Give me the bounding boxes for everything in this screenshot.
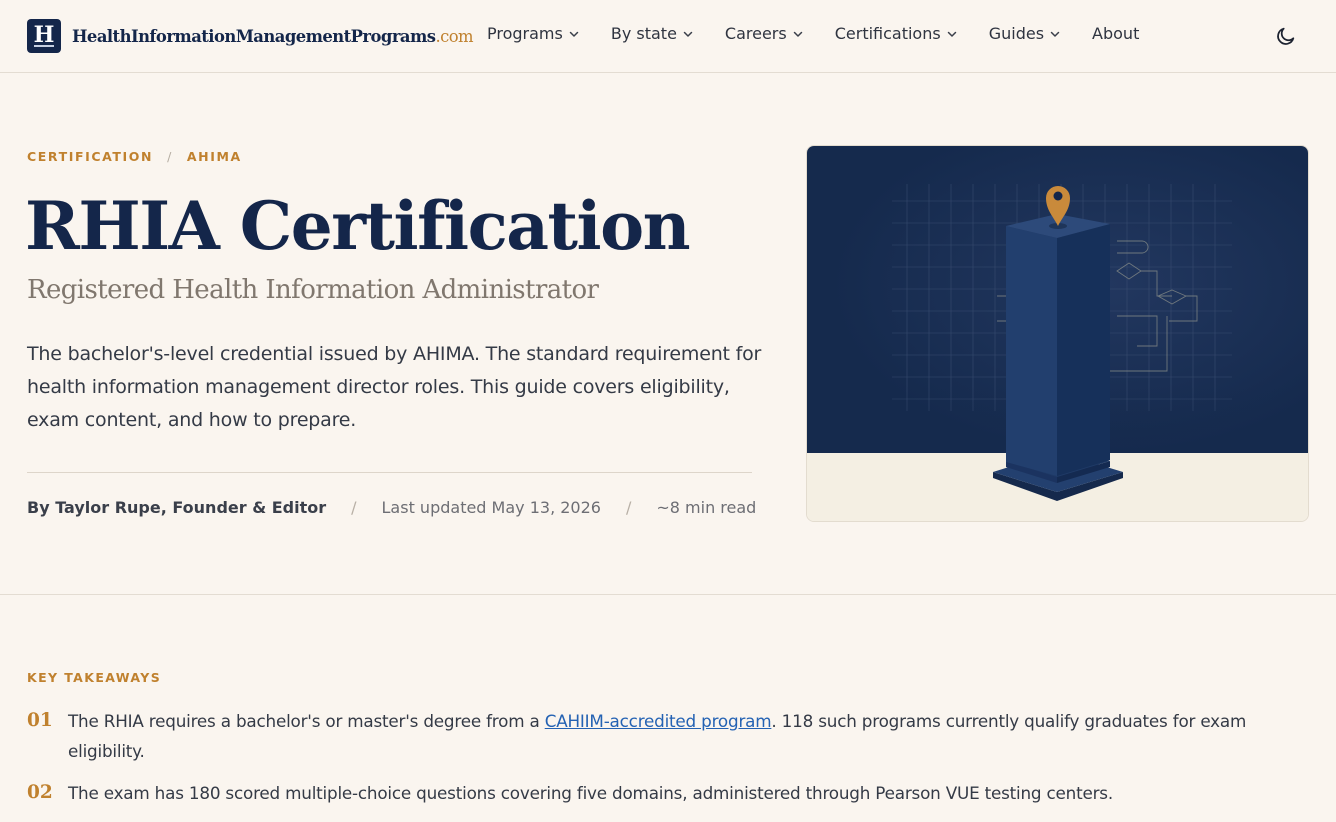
nav-label: Careers [724, 24, 787, 43]
moon-icon[interactable] [1275, 25, 1297, 47]
nav-item-about[interactable]: About [1092, 24, 1139, 43]
takeaway-item: 01 The RHIA requires a bachelor's or mas… [27, 706, 1287, 766]
chevron-down-icon [947, 31, 956, 37]
site-name: HealthInformationManagementPrograms.com [72, 26, 474, 46]
logo-letter: H [33, 21, 55, 48]
breadcrumb: CERTIFICATION / AHIMA [27, 149, 242, 164]
chevron-down-icon [1050, 31, 1060, 37]
nav-label: Certifications [834, 24, 941, 43]
chevron-down-icon [683, 31, 693, 37]
takeaway-text: The RHIA requires a bachelor's or master… [68, 706, 1287, 766]
nav-item-careers[interactable]: Careers [725, 24, 803, 43]
hero-illustration [806, 145, 1309, 522]
section-divider [0, 594, 1336, 595]
chevron-down-icon [569, 31, 579, 37]
site-name-tld: .com [435, 26, 474, 46]
nav-label: Programs [487, 24, 563, 43]
byline-separator: / [625, 498, 632, 517]
logo-mark: H [27, 19, 61, 53]
breadcrumb-separator: / [167, 149, 173, 164]
logo-underline [34, 45, 54, 47]
site-header: H HealthInformationManagementPrograms.co… [0, 0, 1336, 73]
takeaway-number: 02 [27, 782, 53, 803]
cahiim-program-link[interactable]: CAHIIM-accredited program [545, 711, 772, 731]
byline-separator: / [351, 498, 357, 517]
divider [27, 472, 752, 473]
takeaway-text: The exam has 180 scored multiple-choice … [68, 783, 1113, 803]
site-logo-link[interactable]: H HealthInformationManagementPrograms.co… [27, 19, 474, 53]
byline-author: By Taylor Rupe, Founder & Editor [27, 498, 327, 517]
chevron-down-icon [793, 31, 802, 37]
byline: By Taylor Rupe, Founder & Editor / Last … [27, 498, 756, 517]
nav-label: About [1092, 24, 1140, 43]
breadcrumb-certification[interactable]: CERTIFICATION [27, 149, 153, 164]
nav-item-certifications[interactable]: Certifications [835, 24, 957, 43]
key-takeaways-label: KEY TAKEAWAYS [27, 670, 162, 685]
takeaway-item: 02 The exam has 180 scored multiple-choi… [27, 778, 1287, 808]
nav-label: Guides [988, 24, 1045, 43]
page-subtitle: Registered Health Information Administra… [27, 275, 599, 305]
page-title: RHIA Certification [25, 187, 691, 265]
nav-item-by-state[interactable]: By state [611, 24, 693, 43]
nav-item-programs[interactable]: Programs [487, 24, 579, 43]
pillar-map-pin-illustration [807, 146, 1308, 521]
takeaway-number: 01 [27, 710, 53, 731]
nav-item-guides[interactable]: Guides [989, 24, 1060, 43]
takeaway-text-before: The RHIA requires a bachelor's or master… [68, 711, 545, 731]
site-name-main: HealthInformationManagementPrograms [72, 26, 436, 46]
page-lede: The bachelor's-level credential issued b… [27, 343, 762, 431]
byline-updated: Last updated May 13, 2026 [381, 498, 601, 517]
nav-label: By state [610, 24, 677, 43]
main-nav: Programs By state Careers Certifications… [487, 24, 1171, 43]
breadcrumb-ahima[interactable]: AHIMA [187, 149, 242, 164]
byline-read-time: ~8 min read [656, 498, 757, 517]
